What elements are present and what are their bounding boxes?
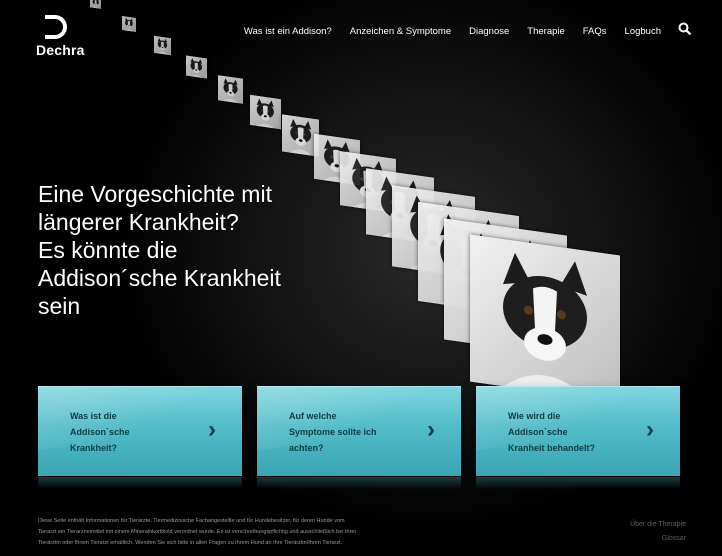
footer-disclaimer: Diese Seite enthält Informationen für Ti… <box>38 516 538 549</box>
dog-photo-card <box>218 75 244 104</box>
footer-line: Tierärztin oder Ihrem Tierarzt erhältlic… <box>38 540 343 546</box>
hero-line: längerer Krankheit? <box>38 209 239 235</box>
dog-photo-card <box>470 234 620 403</box>
dog-photo-card <box>122 16 136 32</box>
dog-photo-card <box>250 94 281 130</box>
footer-line: Diese Seite enthält Informationen für Ti… <box>38 518 345 524</box>
footer-line: Tierarzt ein Tierarzneimittel mit einem … <box>38 529 357 535</box>
chevron-right-icon: › <box>427 416 435 443</box>
tile-reflection <box>257 477 461 489</box>
tile-text: Addison`sche <box>508 427 568 437</box>
footer-link-glossar[interactable]: Glossar <box>630 532 686 546</box>
hero-line: sein <box>38 293 81 319</box>
chevron-right-icon: › <box>646 416 654 443</box>
hero-line: Eine Vorgeschichte mit <box>38 181 272 207</box>
tile-text: Was ist die <box>70 411 117 421</box>
tile-text: Wie wird die <box>508 411 561 421</box>
hero-line: Es könnte die <box>38 237 178 263</box>
tile-text: Kranheit behandelt? <box>508 443 596 453</box>
tile-text: Symptome sollte ich <box>289 427 377 437</box>
dog-photo-card <box>90 0 102 9</box>
dog-photo-card <box>154 35 171 55</box>
tile-behandlung[interactable]: Wie wird die Addison`sche Kranheit behan… <box>476 386 680 476</box>
tile-reflection <box>38 477 242 489</box>
tile-text: Auf welche <box>289 411 337 421</box>
hero-headline: Eine Vorgeschichte mit längerer Krankhei… <box>38 180 368 320</box>
tile-text: Krankheit? <box>70 443 118 453</box>
tile-symptome[interactable]: Auf welche Symptome sollte ich achten? › <box>257 386 461 476</box>
hero-line: Addison´sche Krankheit <box>38 265 281 291</box>
chevron-right-icon: › <box>208 416 216 443</box>
tile-text: achten? <box>289 443 324 453</box>
footer-link-therapie[interactable]: Über die Therapie <box>630 518 686 532</box>
tile-reflection <box>476 477 680 489</box>
dog-photo-card <box>186 55 207 79</box>
footer-links: Über die Therapie Glossar <box>630 518 686 546</box>
tile-was-ist-addison[interactable]: Was ist die Addison`sche Krankheit? › <box>38 386 242 476</box>
tile-text: Addison`sche <box>70 427 130 437</box>
